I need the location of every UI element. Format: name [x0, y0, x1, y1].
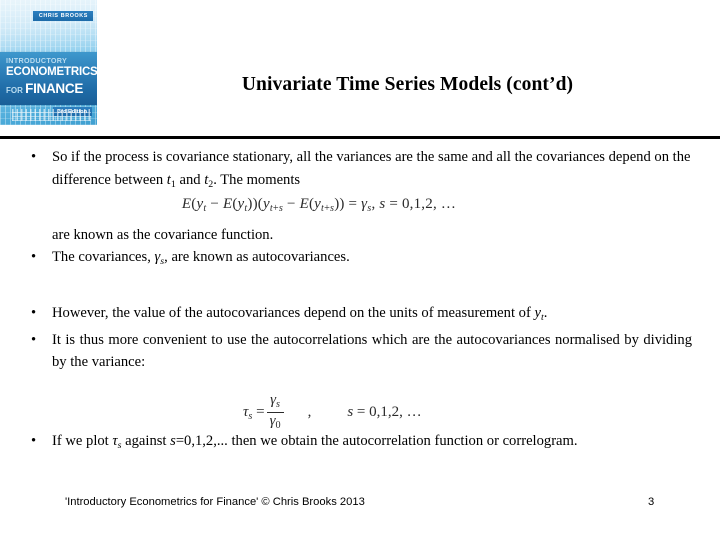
book-cover-title-introductory: INTRODUCTORY: [6, 56, 68, 65]
book-cover-sheen: [0, 0, 97, 52]
bullet-autocovariances: • The covariances, γs, are known as auto…: [0, 246, 720, 273]
covariance-function-continuation: are known as the covariance function.: [52, 226, 274, 243]
page-title: Univariate Time Series Models (cont’d): [241, 74, 574, 95]
title-divider-rule: [0, 136, 720, 139]
bullet-units-of-measurement-text: However, the value of the autocovariance…: [52, 304, 548, 323]
bullet-covariance-stationary-text: So if the process is covariance stationa…: [52, 149, 691, 190]
book-cover-title-finance: FINANCE: [25, 81, 84, 96]
footer-credit: 'Introductory Econometrics for Finance' …: [65, 496, 365, 508]
book-cover-title-econometrics: ECONOMETRICS: [6, 66, 97, 78]
bullet-normalised-autocorrelations-text: It is thus more convenient to use the au…: [52, 331, 692, 371]
equation-autocorrelation-condition: s = 0,1,2, …: [347, 404, 422, 420]
bullet-marker: •: [31, 249, 37, 266]
equation-autocorrelation-separator: ,: [307, 404, 312, 420]
bullet-marker: •: [31, 149, 37, 165]
book-cover-title-band: INTRODUCTORY ECONOMETRICS FOR FINANCE: [0, 52, 97, 105]
content-gap: [0, 274, 720, 302]
book-cover-author-badge: CHRIS BROOKS: [32, 11, 93, 21]
equation-autocorrelation-denominator: γ0: [269, 412, 281, 431]
book-cover-title-for: FOR: [6, 86, 23, 95]
book-cover-footer-texture: [12, 109, 91, 121]
equation-autocorrelation-numerator: γs: [270, 392, 281, 410]
equation-autocorrelation-lhs: τs =: [243, 404, 265, 422]
equation-autocorrelation-fraction: γs γ0: [266, 392, 284, 431]
bullet-marker: •: [31, 304, 37, 321]
bullet-normalised-autocorrelations: • It is thus more convenient to use the …: [0, 329, 720, 374]
equation-covariance-function-body: E(yt − E(yt))(yt+s − E(yt+s)) = γs, s = …: [181, 196, 457, 214]
book-cover-title-for-finance: FOR FINANCE: [6, 81, 83, 96]
bullet-covariance-stationary: • So if the process is covariance statio…: [0, 146, 720, 196]
book-cover-image: CHRIS BROOKS INTRODUCTORY ECONOMETRICS F…: [0, 0, 97, 125]
footer-page-number: 3: [648, 496, 655, 508]
bullet-units-of-measurement: • However, the value of the autocovarian…: [0, 302, 720, 329]
equation-autocorrelation: τs = γs γ0 , s = 0,1,2, …: [243, 392, 422, 436]
bullet-marker: •: [31, 331, 37, 348]
bullet-marker: •: [31, 432, 37, 449]
equation-covariance-function: E(yt − E(yt))(yt+s − E(yt+s)) = γs, s = …: [0, 196, 720, 214]
bullet-autocovariances-text: The covariances, γs, are known as autoco…: [52, 249, 350, 268]
